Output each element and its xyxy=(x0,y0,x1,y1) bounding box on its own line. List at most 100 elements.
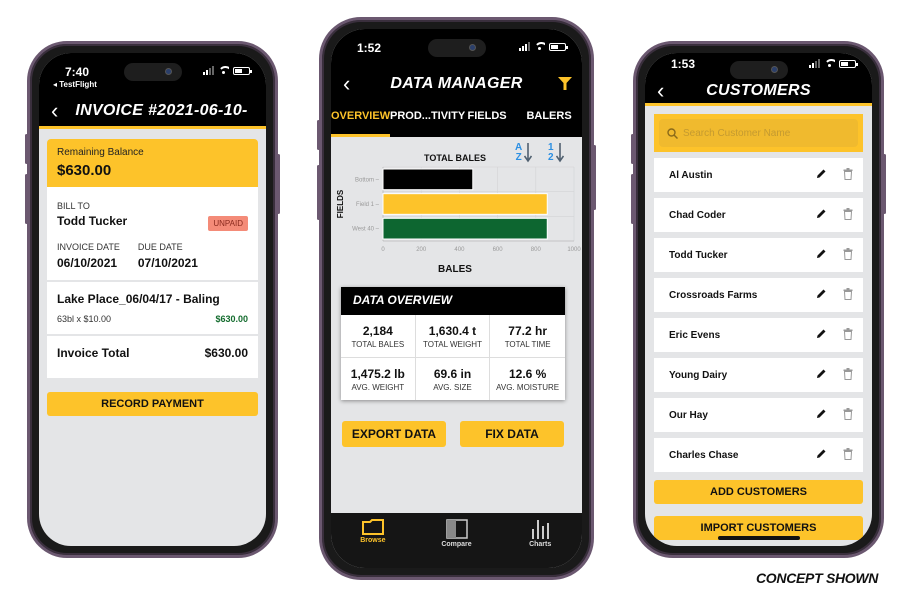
line-item[interactable]: Lake Place_06/04/17 - Baling 63bl x $10.… xyxy=(47,282,258,336)
sort-alpha-button[interactable]: A Z xyxy=(515,143,533,163)
bill-to-label: BILL TO xyxy=(57,201,90,211)
camera-icon xyxy=(770,66,778,73)
status-bar: 7:40 ◂ TestFlight xyxy=(39,53,266,95)
customer-list: Al Austin Chad Coder Todd Tucker Crossroads… xyxy=(645,158,872,472)
home-indicator[interactable] xyxy=(717,536,800,540)
customer-name: Young Dairy xyxy=(669,369,728,381)
customer-row[interactable]: Todd Tucker xyxy=(654,238,863,272)
due-date-value: 07/10/2021 xyxy=(137,256,198,270)
remaining-balance-amount: $630.00 xyxy=(57,162,112,179)
invoice-screen: 7:40 ◂ TestFlight ‹ INVOICE #2021-06-10-… xyxy=(39,53,266,546)
edit-pencil-icon[interactable] xyxy=(816,368,827,379)
record-payment-button[interactable]: RECORD PAYMENT xyxy=(47,392,258,416)
delete-trash-icon[interactable] xyxy=(843,168,853,180)
edit-pencil-icon[interactable] xyxy=(816,248,827,259)
status-bar: 1:53 xyxy=(645,53,872,79)
folder-icon xyxy=(361,519,384,535)
customer-row[interactable]: Al Austin xyxy=(654,158,863,192)
bar-west-40 xyxy=(382,217,548,240)
customer-row[interactable]: Chad Coder xyxy=(654,198,863,232)
delete-trash-icon[interactable] xyxy=(843,208,853,220)
bar-chart: TOTAL BALES 0 200 400 600 800 1000 Bottom – Fiel… xyxy=(336,153,581,275)
stat-avg-weight: 1,475.2 lb AVG. WEIGHT xyxy=(341,358,416,400)
add-customers-button[interactable]: ADD CUSTOMERS xyxy=(654,480,863,504)
customer-name: Chad Coder xyxy=(669,209,726,221)
bottom-tab-bar: Browse Compare Charts xyxy=(331,513,582,568)
edit-pencil-icon[interactable] xyxy=(816,168,827,179)
phone-side-button xyxy=(593,145,596,210)
tab-charts[interactable]: Charts xyxy=(498,513,582,568)
phone-customers: 1:53 ‹ CUSTOMERS Al Austin Chad Coder Todd… xyxy=(631,41,886,558)
back-to-app-link[interactable]: ◂ TestFlight xyxy=(53,80,97,89)
x-tick-label: 600 xyxy=(493,247,504,253)
camera-icon xyxy=(468,44,476,51)
battery-icon xyxy=(839,59,858,68)
signal-icon xyxy=(809,59,820,68)
tab-productivity[interactable]: PROD...TIVITY xyxy=(390,101,465,137)
search-field[interactable] xyxy=(659,119,858,147)
invoice-total-amount: $630.00 xyxy=(204,346,248,360)
stat-total-bales: 2,184 TOTAL BALES xyxy=(341,315,416,358)
customer-row[interactable]: Crossroads Farms xyxy=(654,278,863,312)
stat-value: 2,184 xyxy=(362,324,393,338)
customer-row[interactable]: Eric Evens xyxy=(654,318,863,352)
bill-to-section: BILL TO Todd Tucker UNPAID INVOICE DATE … xyxy=(47,187,258,282)
system-icons xyxy=(203,66,252,75)
signal-icon xyxy=(519,42,530,51)
search-input[interactable] xyxy=(683,127,853,139)
stat-value: 77.2 hr xyxy=(508,324,547,338)
delete-trash-icon[interactable] xyxy=(843,288,853,300)
tab-compare-label: Compare xyxy=(441,541,472,548)
tab-compare[interactable]: Compare xyxy=(415,513,499,568)
edit-pencil-icon[interactable] xyxy=(816,328,827,339)
customer-name: Crossroads Farms xyxy=(669,289,758,301)
filter-icon[interactable] xyxy=(558,77,572,90)
status-badge: UNPAID xyxy=(208,216,248,231)
status-bar: 1:52 xyxy=(331,29,582,71)
phone-data-manager: 1:52 ‹ DATA MANAGER OVERVIEW PROD...TIVI… xyxy=(317,17,596,580)
stat-value: 69.6 in xyxy=(433,367,472,381)
phone-side-button xyxy=(25,174,28,224)
edit-pencil-icon[interactable] xyxy=(816,448,827,459)
phone-side-button xyxy=(277,154,280,214)
customer-name: Todd Tucker xyxy=(669,249,728,261)
invoice-date-value: 06/10/2021 xyxy=(57,256,118,270)
search-bar xyxy=(654,114,863,152)
sort-numeric-bottom: 2 xyxy=(548,152,554,163)
export-data-button[interactable]: EXPORT DATA xyxy=(342,421,446,447)
delete-trash-icon[interactable] xyxy=(843,408,853,420)
concept-caption: CONCEPT SHOWN xyxy=(756,570,879,586)
customer-row[interactable]: Young Dairy xyxy=(654,358,863,392)
edit-pencil-icon[interactable] xyxy=(816,288,827,299)
delete-trash-icon[interactable] xyxy=(843,248,853,260)
delete-trash-icon[interactable] xyxy=(843,368,853,380)
signal-icon xyxy=(203,66,214,75)
delete-trash-icon[interactable] xyxy=(843,328,853,340)
remaining-balance-card: Remaining Balance $630.00 xyxy=(47,139,258,187)
edit-pencil-icon[interactable] xyxy=(816,408,827,419)
status-time: 1:53 xyxy=(671,57,696,71)
delete-trash-icon[interactable] xyxy=(843,448,853,460)
tab-fields[interactable]: FIELDS xyxy=(458,101,516,137)
data-overview-title: DATA OVERVIEW xyxy=(341,287,565,315)
nav-bar: ‹ INVOICE #2021-06-10- xyxy=(39,95,266,129)
customer-name: Eric Evens xyxy=(669,329,721,341)
sort-numeric-button[interactable]: 1 2 xyxy=(548,143,564,163)
fix-data-button[interactable]: FIX DATA xyxy=(460,421,564,447)
y-tick-label: Bottom – xyxy=(355,177,380,183)
wifi-icon xyxy=(218,66,229,75)
stat-label: TOTAL BALES xyxy=(351,340,405,349)
wifi-icon xyxy=(824,59,835,68)
edit-pencil-icon[interactable] xyxy=(816,208,827,219)
page-title: CUSTOMERS xyxy=(706,82,811,99)
system-icons xyxy=(519,42,568,51)
x-tick-label: 800 xyxy=(531,247,542,253)
tab-browse[interactable]: Browse xyxy=(331,513,415,568)
customer-row[interactable]: Charles Chase xyxy=(654,438,863,472)
x-tick-label: 200 xyxy=(416,247,427,253)
tab-overview[interactable]: OVERVIEW xyxy=(331,101,390,137)
tab-balers[interactable]: BALERS xyxy=(516,101,582,137)
invoice-details: BILL TO Todd Tucker UNPAID INVOICE DATE … xyxy=(47,187,258,378)
customer-row[interactable]: Our Hay xyxy=(654,398,863,432)
customers-screen: 1:53 ‹ CUSTOMERS Al Austin Chad Coder Todd… xyxy=(645,53,872,546)
